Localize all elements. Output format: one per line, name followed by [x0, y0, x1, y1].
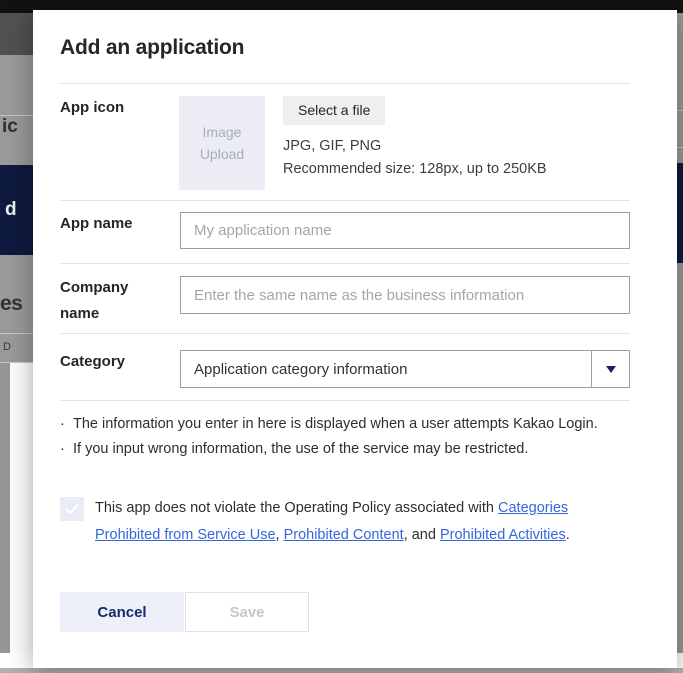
background-right-strip [677, 13, 683, 653]
background-bottom-bar [0, 668, 683, 673]
divider [60, 263, 630, 264]
notice-text: The information you enter in here is dis… [73, 416, 598, 432]
notice-item: · The information you enter in here is d… [60, 416, 598, 432]
image-upload-dropzone[interactable]: Image Upload [179, 96, 265, 190]
divider [60, 333, 630, 334]
dropdown-toggle[interactable] [591, 351, 629, 387]
category-label: Category [60, 349, 125, 375]
background-divider [677, 110, 683, 111]
policy-statement: This app does not violate the Operating … [95, 495, 635, 549]
notice-item: · If you input wrong information, the us… [60, 441, 528, 457]
background-small-text-fragment: D [3, 341, 11, 353]
add-application-modal: Add an application App icon Image Upload… [33, 10, 677, 668]
image-upload-placeholder: Image Upload [200, 121, 244, 165]
background-divider [677, 147, 683, 148]
policy-link[interactable]: Prohibited Content [284, 527, 404, 543]
allowed-formats-text: JPG, GIF, PNG [283, 138, 381, 154]
policy-text-segment: , and [404, 527, 440, 543]
cancel-button[interactable]: Cancel [60, 592, 184, 632]
divider [60, 400, 630, 401]
policy-text-segment: This app does not violate the Operating … [95, 500, 498, 516]
select-file-button[interactable]: Select a file [283, 96, 385, 125]
policy-text-segment: . [566, 527, 570, 543]
app-name-input[interactable] [180, 212, 630, 249]
company-name-label: Company name [60, 275, 155, 327]
bullet-dot: · [60, 416, 73, 432]
modal-title: Add an application [60, 36, 244, 60]
app-name-label: App name [60, 211, 133, 237]
policy-text-segment: , [276, 527, 284, 543]
background-text-fragment: ic [2, 116, 35, 138]
background-navy-fragment [677, 163, 683, 263]
policy-checkbox[interactable] [60, 497, 84, 521]
checkmark-icon [63, 500, 81, 518]
category-select[interactable]: Application category information [180, 350, 630, 388]
app-icon-label: App icon [60, 95, 124, 121]
divider [60, 200, 630, 201]
recommended-size-text: Recommended size: 128px, up to 250KB [283, 161, 547, 177]
chevron-down-icon [606, 366, 616, 373]
background-heading-fragment: es [0, 292, 22, 316]
policy-link[interactable]: Prohibited Activities [440, 527, 566, 543]
divider [60, 83, 630, 84]
background-divider [0, 333, 33, 334]
background-header-fragment [0, 13, 33, 55]
category-selected-value: Application category information [181, 361, 407, 378]
notice-text: If you input wrong information, the use … [73, 441, 528, 457]
company-name-input[interactable] [180, 276, 630, 314]
background-navy-button-fragment: d [0, 165, 33, 255]
save-button[interactable]: Save [185, 592, 309, 632]
background-button-text-fragment: d [5, 199, 17, 221]
background-strip [0, 363, 10, 653]
bullet-dot: · [60, 441, 73, 457]
